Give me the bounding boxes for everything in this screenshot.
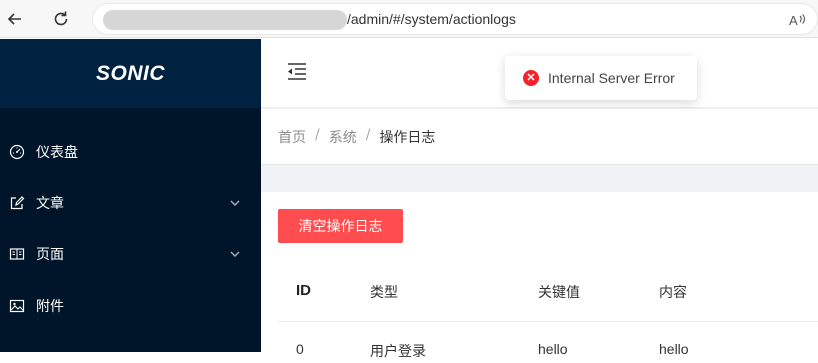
cell-id: 0 [296, 341, 304, 357]
picture-icon [9, 298, 25, 314]
breadcrumb-separator: / [315, 127, 320, 143]
breadcrumb-system[interactable]: 系统 [329, 127, 357, 147]
chevron-down-icon [228, 247, 242, 261]
sidebar-item-attachments[interactable]: 附件 [0, 281, 261, 331]
chevron-down-icon [228, 196, 242, 210]
edit-icon [9, 195, 25, 211]
dashboard-icon [9, 144, 25, 160]
sidebar-item-label: 文章 [36, 196, 64, 212]
clear-logs-button[interactable]: 清空操作日志 [278, 209, 403, 243]
cell-key: hello [538, 341, 568, 357]
sidebar-item-posts[interactable]: 文章 [0, 178, 261, 228]
svg-text:A: A [789, 13, 798, 28]
menu-fold-icon[interactable] [285, 60, 309, 84]
back-icon[interactable] [2, 6, 28, 32]
content-card: 清空操作日志 ID 类型 关键值 内容 0 用户登录 hello hello [261, 192, 818, 360]
sidebar-item-pages[interactable]: 页面 [0, 229, 261, 279]
column-header-content: 内容 [659, 285, 687, 301]
book-icon [9, 246, 25, 262]
sidebar-item-label: 附件 [36, 299, 64, 315]
sidebar: SONIC 仪表盘 文章 页面 附件 [0, 39, 261, 352]
breadcrumb-home[interactable]: 首页 [278, 127, 306, 147]
column-header-type: 类型 [370, 285, 398, 301]
table-row[interactable]: 0 用户登录 hello hello [278, 323, 818, 363]
error-icon: ✕ [523, 70, 539, 86]
sidebar-item-dashboard[interactable]: 仪表盘 [0, 127, 261, 177]
column-header-key: 关键值 [538, 285, 580, 301]
breadcrumb-current: 操作日志 [379, 130, 436, 146]
error-toast: ✕ Internal Server Error [505, 56, 697, 100]
table-header: ID 类型 关键值 内容 [278, 262, 818, 322]
breadcrumb: 首页 / 系统 / 操作日志 [278, 127, 435, 147]
browser-toolbar: /admin/#/system/actionlogs A [0, 0, 818, 38]
redacted-host [103, 10, 347, 30]
logo[interactable]: SONIC [0, 39, 261, 108]
sidebar-item-label: 页面 [36, 247, 64, 263]
read-aloud-icon[interactable]: A [789, 12, 807, 31]
column-header-id: ID [296, 282, 311, 299]
cell-content: hello [659, 341, 689, 357]
breadcrumb-separator: / [365, 127, 371, 143]
address-bar[interactable]: /admin/#/system/actionlogs A [92, 3, 818, 35]
toast-message: Internal Server Error [548, 70, 675, 86]
sidebar-item-label: 仪表盘 [36, 145, 78, 161]
reload-icon[interactable] [48, 6, 74, 32]
breadcrumb-bar: 首页 / 系统 / 操作日志 [261, 109, 818, 165]
cell-type: 用户登录 [370, 344, 426, 360]
url-path: /admin/#/system/actionlogs [347, 11, 516, 27]
